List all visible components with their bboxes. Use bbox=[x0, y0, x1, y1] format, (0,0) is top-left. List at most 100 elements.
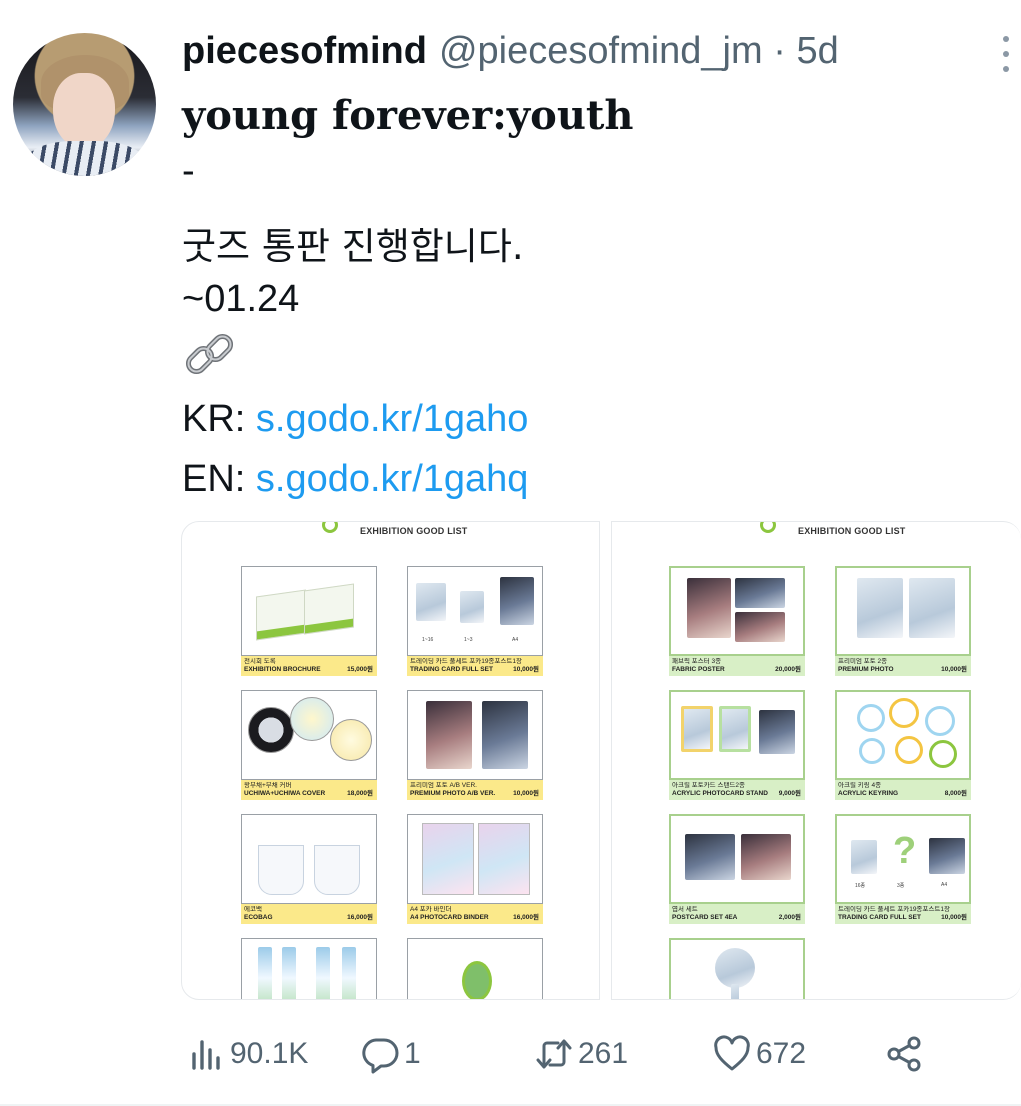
share-button[interactable] bbox=[884, 1032, 924, 1076]
like-button[interactable]: 672 bbox=[712, 1032, 806, 1076]
media-gallery: EXHIBITION GOOD LIST 전시회 도록 EXHIBITION BR… bbox=[181, 521, 1021, 1000]
goods-name-ko: 전시회 도록 bbox=[244, 658, 276, 665]
goods-name-ko: 프리미엄 포토 A/B VER. bbox=[410, 782, 477, 789]
goods-list-header: EXHIBITION GOOD LIST bbox=[322, 522, 468, 540]
goods-tag: 3종 bbox=[897, 883, 905, 889]
more-options-icon[interactable] bbox=[996, 36, 1016, 72]
goods-image bbox=[241, 566, 377, 656]
goods-image bbox=[669, 566, 805, 656]
goods-price: 10,000원 bbox=[513, 666, 539, 673]
en-link[interactable]: s.godo.kr/1gahq bbox=[256, 458, 529, 500]
handle-and-time[interactable]: @piecesofmind_jm · 5d bbox=[439, 30, 839, 73]
goods-item-partial bbox=[669, 938, 805, 999]
goods-price: 16,000원 bbox=[347, 914, 373, 921]
handle[interactable]: @piecesofmind_jm bbox=[439, 30, 763, 72]
goods-image bbox=[407, 938, 543, 999]
media-image-1[interactable]: EXHIBITION GOOD LIST 전시회 도록 EXHIBITION BR… bbox=[181, 521, 600, 1000]
goods-item-partial bbox=[407, 938, 543, 999]
goods-image bbox=[669, 938, 805, 999]
goods-item: 프리미엄 포토 A/B VER. PREMIUM PHOTO A/B VER. 10… bbox=[407, 690, 543, 800]
goods-image bbox=[241, 938, 377, 999]
timestamp[interactable]: 5d bbox=[796, 30, 838, 72]
goods-item: 1~16 1~3 A4 트레이딩 카드 풀세트 포카19종포스트1장 TRADIN… bbox=[407, 566, 543, 676]
kr-link[interactable]: s.godo.kr/1gaho bbox=[256, 398, 529, 440]
goods-name-ko: 엽서 세트 bbox=[672, 906, 698, 913]
goods-list-title: EXHIBITION GOOD LIST bbox=[798, 526, 906, 536]
mystery-card-icon: ? bbox=[893, 830, 917, 872]
goods-price: 10,000원 bbox=[513, 790, 539, 797]
goods-price: 10,000원 bbox=[941, 914, 967, 921]
avatar[interactable] bbox=[13, 33, 156, 176]
tweet-actions: 90.1K 1 261 672 bbox=[0, 1032, 1021, 1076]
goods-item: 에코백 ECOBAG 16,000원 bbox=[241, 814, 377, 924]
goods-item: 전시회 도록 EXHIBITION BROCHURE 15,000원 bbox=[241, 566, 377, 676]
goods-item: 왕부채+부채 커버 UCHIWA+UCHIWA COVER 18,000원 bbox=[241, 690, 377, 800]
goods-price: 9,000원 bbox=[778, 790, 801, 797]
en-link-label: EN: bbox=[182, 458, 256, 500]
display-name[interactable]: piecesofmind bbox=[182, 30, 427, 73]
goods-image bbox=[241, 690, 377, 780]
link-emoji-icon bbox=[182, 330, 238, 380]
reply-icon bbox=[362, 1038, 399, 1074]
goods-name-ko: 프리미엄 포토 2종 bbox=[838, 658, 888, 665]
goods-item: 엽서 세트 POSTCARD SET 4EA 2,000원 bbox=[669, 814, 805, 924]
goods-name-ko: 에코백 bbox=[244, 906, 262, 913]
reply-count: 1 bbox=[404, 1037, 421, 1070]
kr-link-label: KR: bbox=[182, 398, 256, 440]
tweet-title-line: young forever:youth bbox=[182, 92, 634, 139]
goods-price: 2,000원 bbox=[778, 914, 801, 921]
like-count: 672 bbox=[756, 1037, 807, 1070]
goods-item-partial bbox=[241, 938, 377, 999]
goods-tag: A4 bbox=[512, 637, 519, 643]
goods-image: 1~16 1~3 A4 bbox=[407, 566, 543, 656]
tweet-header: piecesofmind @piecesofmind_jm · 5d bbox=[182, 30, 839, 73]
goods-item: ? 16종 3종 A4 트레이딩 카드 풀세트 포카19종포스트1장 TRADIN… bbox=[835, 814, 971, 924]
goods-image bbox=[669, 690, 805, 780]
goods-tag: 1~16 bbox=[422, 637, 434, 643]
goods-image: ? 16종 3종 A4 bbox=[835, 814, 971, 904]
exhibition-logo-icon bbox=[760, 522, 776, 533]
goods-image bbox=[407, 814, 543, 904]
goods-name-ko: 아크릴 포토카드 스탠드2종 bbox=[672, 782, 746, 789]
goods-price: 20,000원 bbox=[775, 666, 801, 673]
heart-icon bbox=[714, 1035, 750, 1071]
tweet-dash-line: - bbox=[182, 150, 195, 192]
goods-tag: A4 bbox=[941, 882, 948, 888]
goods-price: 8,000원 bbox=[944, 790, 967, 797]
goods-image bbox=[407, 690, 543, 780]
analytics-icon bbox=[192, 1040, 220, 1070]
goods-name-ko: 왕부채+부채 커버 bbox=[244, 782, 292, 789]
goods-price: 16,000원 bbox=[513, 914, 539, 921]
goods-name-ko: 아크릴 키링 4종 bbox=[838, 782, 882, 789]
goods-item: 패브릭 포스터 3종 FABRIC POSTER 20,000원 bbox=[669, 566, 805, 676]
goods-tag: 1~3 bbox=[464, 637, 473, 643]
goods-item: 프리미엄 포토 2종 PREMIUM PHOTO 10,000원 bbox=[835, 566, 971, 676]
avatar-shirt bbox=[23, 141, 147, 176]
retweet-icon bbox=[536, 1039, 572, 1069]
views-button[interactable]: 90.1K bbox=[186, 1032, 308, 1076]
separator: · bbox=[773, 30, 786, 72]
goods-image bbox=[669, 814, 805, 904]
goods-item: 아크릴 키링 4종 ACRYLIC KEYRING 8,000원 bbox=[835, 690, 971, 800]
goods-image bbox=[835, 566, 971, 656]
goods-name-ko: 트레이딩 카드 풀세트 포카19종포스트1장 bbox=[838, 906, 950, 913]
retweet-button[interactable]: 261 bbox=[534, 1032, 628, 1076]
en-link-line: EN: s.godo.kr/1gahq bbox=[182, 458, 528, 501]
goods-name-ko: 트레이딩 카드 풀세트 포카19종포스트1장 bbox=[410, 658, 522, 665]
goods-list-title: EXHIBITION GOOD LIST bbox=[360, 526, 468, 536]
goods-price: 18,000원 bbox=[347, 790, 373, 797]
goods-name-ko: A4 포카 바인더 bbox=[410, 906, 452, 913]
avatar-face bbox=[53, 73, 115, 149]
tweet-korean-line: 굿즈 통판 진행합니다. bbox=[182, 225, 524, 268]
goods-price: 15,000원 bbox=[347, 666, 373, 673]
goods-tag: 16종 bbox=[855, 883, 866, 889]
tweet-date-line: ~01.24 bbox=[182, 278, 300, 320]
goods-list-header: EXHIBITION GOOD LIST bbox=[760, 522, 906, 540]
views-count: 90.1K bbox=[230, 1037, 309, 1070]
reply-button[interactable]: 1 bbox=[360, 1032, 421, 1076]
goods-image bbox=[241, 814, 377, 904]
kr-link-line: KR: s.godo.kr/1gaho bbox=[182, 398, 528, 441]
retweet-count: 261 bbox=[578, 1037, 629, 1070]
goods-image bbox=[835, 690, 971, 780]
media-image-2[interactable]: EXHIBITION GOOD LIST 패브릭 포스터 3종 FABRIC PO… bbox=[611, 521, 1021, 1000]
